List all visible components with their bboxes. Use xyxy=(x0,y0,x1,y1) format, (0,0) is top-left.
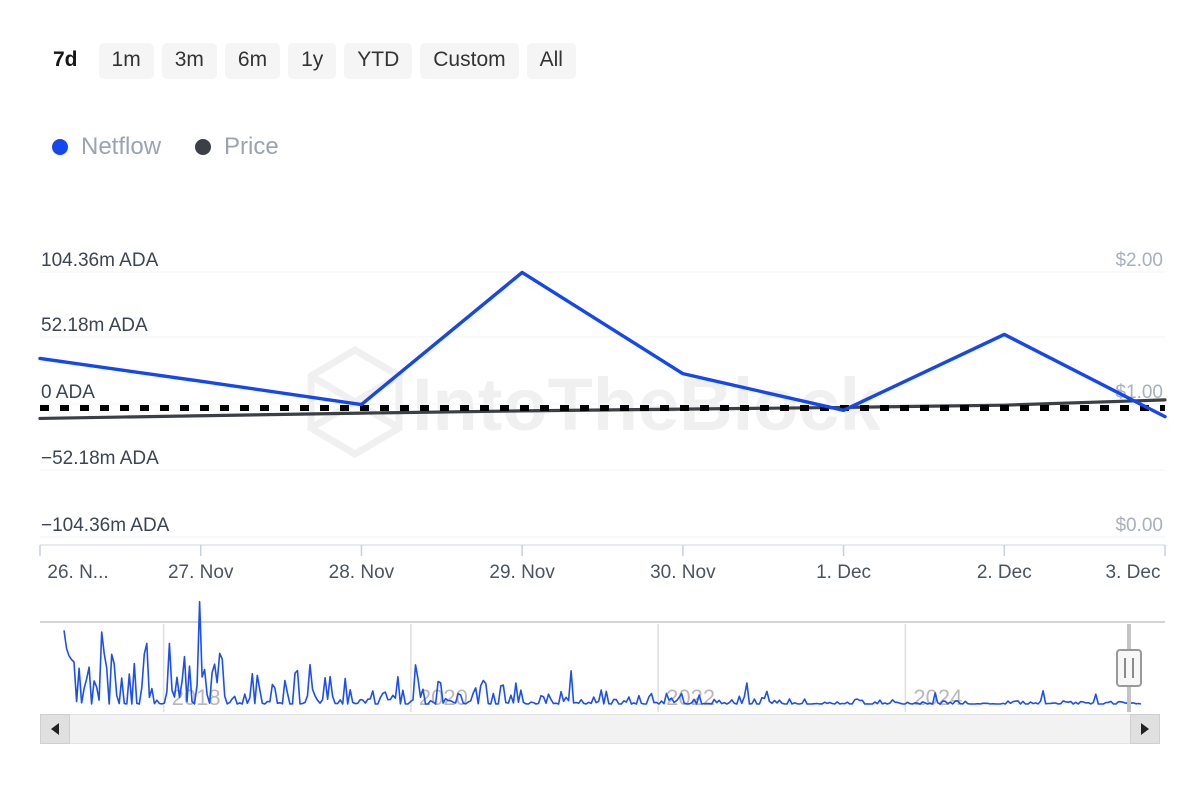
x-axis-label: 28. Nov xyxy=(329,562,395,583)
navigator-year-gridlines xyxy=(164,624,906,712)
range-button-7d[interactable]: 7d xyxy=(40,43,91,79)
left-axis-tick-label: −52.18m ADA xyxy=(41,448,159,469)
navigator-year-label: 2022 xyxy=(666,685,715,710)
navigator-handle-icon[interactable] xyxy=(1117,650,1141,686)
chart-scrollbar[interactable] xyxy=(40,714,1160,744)
right-axis-tick-label: $0.00 xyxy=(1115,515,1163,536)
scroll-left-arrow-icon xyxy=(51,723,59,735)
scrollbar-track[interactable] xyxy=(70,714,1130,744)
watermark: IntoTheBlock xyxy=(311,350,882,454)
right-axis-tick-label: $2.00 xyxy=(1115,250,1163,271)
x-axis-label: 27. Nov xyxy=(168,562,234,583)
left-axis-labels: 104.36m ADA 52.18m ADA 0 ADA −52.18m ADA −10… xyxy=(41,250,170,536)
navigator-year-label: 2020 xyxy=(419,685,468,710)
legend-dot-icon xyxy=(52,139,68,155)
series-line-netflow xyxy=(40,272,1165,416)
series-line-price xyxy=(40,400,1165,419)
range-button-custom[interactable]: Custom xyxy=(420,43,518,79)
range-button-1m[interactable]: 1m xyxy=(99,43,154,79)
left-axis-tick-label: 0 ADA xyxy=(41,382,95,403)
x-axis-label: 2. Dec xyxy=(977,562,1032,583)
legend-item-price[interactable]: Price xyxy=(195,135,279,159)
navigator-year-label: 2018 xyxy=(172,685,221,710)
hexagon-logo-icon xyxy=(311,350,399,454)
left-axis-tick-label: 52.18m ADA xyxy=(41,315,148,336)
right-axis-labels: $2.00 $1.00 $0.00 xyxy=(1115,250,1163,536)
legend-dot-icon xyxy=(195,139,211,155)
navigator-year-labels: 2018 2020 2022 2024 xyxy=(172,685,963,710)
range-button-all[interactable]: All xyxy=(527,43,576,79)
legend-item-netflow[interactable]: Netflow xyxy=(52,135,161,159)
range-button-3m[interactable]: 3m xyxy=(162,43,217,79)
legend-label: Price xyxy=(224,135,279,159)
navigator-year-label: 2024 xyxy=(913,685,962,710)
right-axis-tick-label: $1.00 xyxy=(1115,382,1163,403)
scroll-left-button[interactable] xyxy=(40,714,70,744)
watermark-text: IntoTheBlock xyxy=(412,363,882,446)
left-axis-tick-label: −104.36m ADA xyxy=(41,515,170,536)
legend-label: Netflow xyxy=(81,135,161,159)
scroll-right-arrow-icon xyxy=(1141,723,1149,735)
range-button-ytd[interactable]: YTD xyxy=(344,43,412,79)
x-axis-label: 3. Dec xyxy=(1106,562,1161,583)
x-axis-label: 1. Dec xyxy=(816,562,871,583)
range-selector[interactable]: 7d1m3m6m1yYTDCustomAll xyxy=(40,43,576,79)
chart-gridlines xyxy=(40,272,1165,537)
scroll-right-button[interactable] xyxy=(1130,714,1160,744)
left-axis-tick-label: 104.36m ADA xyxy=(41,250,159,271)
x-axis-labels: 26. N... 27. Nov 28. Nov 29. Nov 30. Nov 1. D… xyxy=(47,562,1160,583)
x-axis-label: 26. N... xyxy=(47,562,108,583)
navigator[interactable]: 2018 2020 2022 2024 xyxy=(40,602,1165,712)
x-axis-label: 30. Nov xyxy=(650,562,716,583)
x-axis-ticks xyxy=(40,545,1165,556)
chart-plot-area: IntoTheBlock 104.36m ADA 52.18m ADA 0 ADA −… xyxy=(0,0,1200,800)
range-button-6m[interactable]: 6m xyxy=(225,43,280,79)
x-axis-label: 29. Nov xyxy=(489,562,555,583)
navigator-series-line xyxy=(64,602,1141,704)
range-button-1y[interactable]: 1y xyxy=(288,43,336,79)
chart-legend: Netflow Price xyxy=(52,135,279,159)
